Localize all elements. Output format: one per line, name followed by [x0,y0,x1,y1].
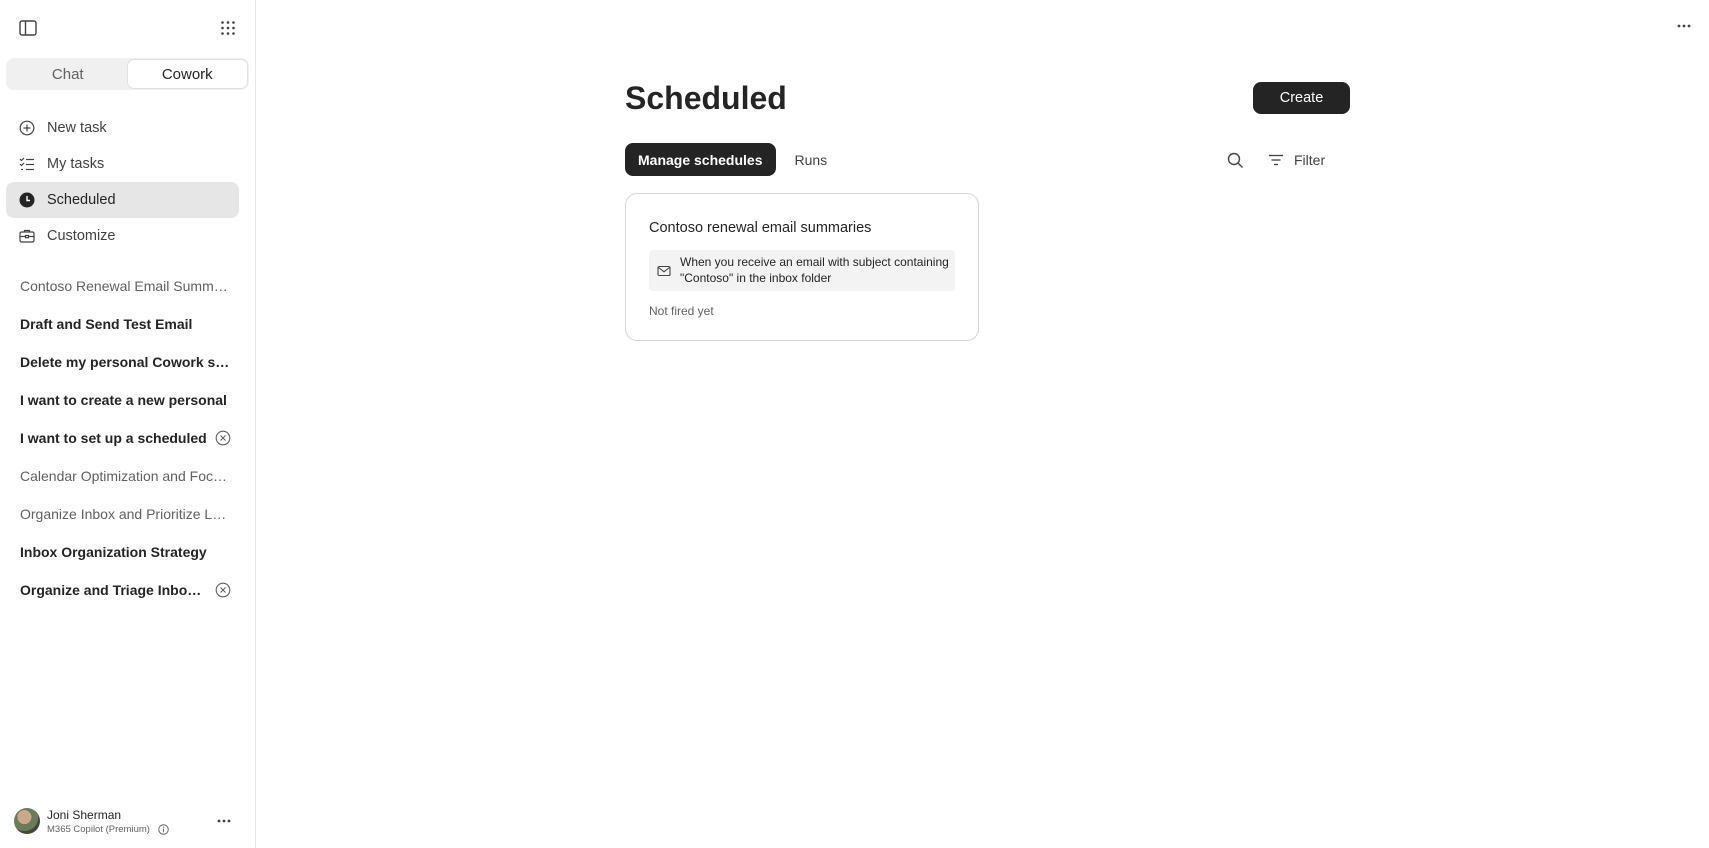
list-item[interactable]: Draft and Send Test Email [6,305,239,343]
filter-label: Filter [1294,152,1326,168]
sidebar-nav: New task My tasks Scheduled Customize [6,110,239,254]
plus-circle-icon [19,120,35,136]
list-item[interactable]: Inbox Organization Strategy [6,533,239,571]
mode-toggle: Chat Cowork [6,58,249,90]
sidebar-item-my-tasks[interactable]: My tasks [6,146,239,182]
list-item[interactable]: Contoso Renewal Email Summar... [6,267,239,305]
mail-icon [657,264,671,278]
sidebar-item-scheduled[interactable]: Scheduled [6,182,239,218]
sidebar-toggle-icon[interactable] [12,12,44,44]
clock-icon [19,192,35,208]
schedule-trigger-text: When you receive an email with subject c… [680,255,949,285]
cancel-circle-icon[interactable] [215,582,231,598]
recent-tasks-list: Contoso Renewal Email Summar... Draft an… [6,267,239,609]
tab-runs[interactable]: Runs [782,143,841,176]
sidebar: Chat Cowork New task My tasks Scheduled [0,0,256,848]
info-icon[interactable] [158,823,169,835]
user-plan: M365 Copilot (Premium) [47,824,169,835]
sidebar-item-label: My tasks [47,156,105,172]
schedule-card-title: Contoso renewal email summaries [649,220,872,236]
list-item[interactable]: I want to create a new personal [6,381,239,419]
sidebar-item-customize[interactable]: Customize [6,218,239,254]
filter-button[interactable]: Filter [1268,147,1325,173]
tab-chat[interactable]: Chat [8,60,128,88]
more-options-icon[interactable] [1670,12,1698,40]
user-name: Joni Sherman [47,807,122,822]
list-item[interactable]: Delete my personal Cowork skil... [6,343,239,381]
list-item[interactable]: Calendar Optimization and Focu... [6,457,239,495]
tab-manage-schedules[interactable]: Manage schedules [625,143,776,176]
app-launcher-icon[interactable] [212,12,244,44]
user-profile[interactable]: Joni Sherman M365 Copilot (Premium) [14,805,244,837]
schedule-status: Not fired yet [649,304,714,318]
schedule-card[interactable]: Contoso renewal email summaries When you… [625,193,979,341]
task-list-icon [19,156,35,172]
cancel-circle-icon[interactable] [215,430,231,446]
sidebar-item-label: Customize [47,228,116,244]
briefcase-icon [19,228,35,244]
sidebar-item-label: Scheduled [47,192,116,208]
schedule-tabs: Manage schedules Runs [625,143,840,176]
page-title: Scheduled [625,80,787,116]
schedule-trigger: When you receive an email with subject c… [649,250,955,291]
search-icon[interactable] [1222,147,1248,173]
sidebar-item-label: New task [47,120,107,136]
tab-cowork[interactable]: Cowork [127,60,247,88]
more-options-icon[interactable] [212,809,236,833]
filter-icon [1269,154,1283,166]
list-item[interactable]: Organize and Triage Inbox ... [6,571,239,609]
list-item[interactable]: Organize Inbox and Prioritize Le... [6,495,239,533]
sidebar-item-new-task[interactable]: New task [6,110,239,146]
list-item[interactable]: I want to set up a scheduled [6,419,239,457]
create-button[interactable]: Create [1253,82,1350,114]
avatar [14,808,40,834]
